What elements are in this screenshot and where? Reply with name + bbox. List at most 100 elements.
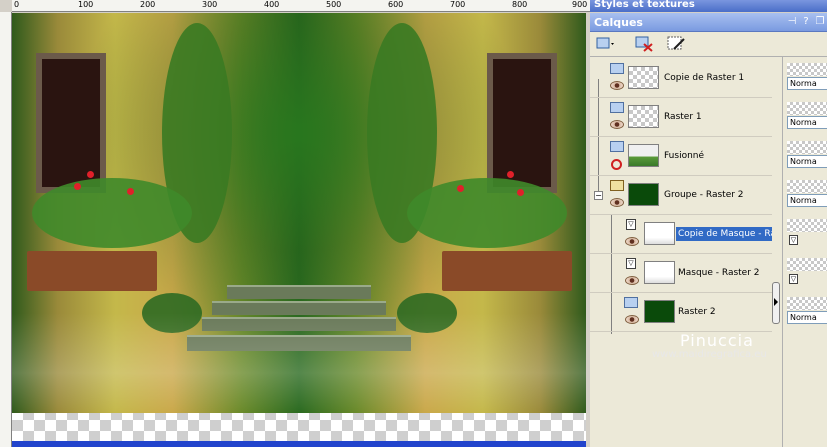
eye-icon[interactable]: [625, 237, 639, 246]
layer-row[interactable]: Raster 2: [590, 293, 772, 332]
opacity-swatch[interactable]: [787, 258, 827, 271]
image-canvas[interactable]: [12, 13, 586, 443]
hidden-icon[interactable]: [611, 159, 622, 170]
layer-thumbnail: [628, 66, 659, 89]
mask-icon: ▽: [789, 235, 798, 245]
layer-prop-cell: ▽: [785, 215, 827, 249]
flower: [507, 171, 514, 178]
new-layer-icon: [596, 37, 614, 49]
layer-properties-column: Norma Norma Norma Norma ▽ ▽ Norma: [782, 57, 827, 447]
opacity-swatch[interactable]: [787, 297, 827, 310]
raster-layer-icon: [610, 102, 624, 113]
layer-prop-cell: Norma: [785, 137, 827, 171]
raster-layer-icon: [610, 141, 624, 152]
flower: [457, 185, 464, 192]
delete-layer-icon: [635, 36, 653, 52]
vertical-ruler: [0, 12, 12, 447]
ruler-label: 100: [78, 0, 94, 9]
delete-layer-button[interactable]: [634, 35, 656, 53]
raster-layer-icon: [610, 63, 624, 74]
layer-properties-button[interactable]: [666, 35, 688, 53]
layer-prop-cell: Norma: [785, 176, 827, 210]
mask-layer-icon: ▽: [626, 219, 636, 230]
opacity-swatch[interactable]: [787, 180, 827, 193]
layer-row[interactable]: ▽ Masque - Raster 2: [590, 254, 772, 293]
layer-name: Copie de Masque - Ra: [676, 227, 772, 241]
layer-row-group[interactable]: − Groupe - Raster 2: [590, 176, 772, 215]
layer-prop-cell: Norma: [785, 59, 827, 93]
blend-mode-select[interactable]: Norma: [787, 155, 827, 168]
new-layer-button[interactable]: [594, 35, 616, 53]
eye-icon[interactable]: [610, 81, 624, 90]
flower: [127, 188, 134, 195]
mask-icon: ▽: [789, 274, 798, 284]
ruler-label: 800: [512, 0, 528, 9]
layers-list: Copie de Raster 1 Raster 1 Fusionné − Gr…: [590, 57, 782, 447]
blend-mode-select[interactable]: Norma: [787, 311, 827, 324]
collapse-group-toggle[interactable]: −: [594, 191, 603, 200]
opacity-swatch[interactable]: [787, 141, 827, 154]
layer-prop-cell: Norma: [785, 293, 827, 327]
ruler-label: 600: [388, 0, 404, 9]
styles-panel-title[interactable]: Styles et textures: [590, 0, 827, 12]
layer-name: Fusionné: [664, 151, 705, 161]
planter-right: [442, 251, 572, 291]
canvas-area: 0 100 200 300 400 500 600 700 800 900: [0, 0, 590, 447]
eye-icon[interactable]: [610, 198, 624, 207]
layer-name: Groupe - Raster 2: [664, 190, 744, 200]
flowers-right: [407, 178, 567, 248]
layer-prop-cell: ▽: [785, 254, 827, 288]
layer-thumbnail: [644, 222, 675, 245]
blend-mode-select[interactable]: Norma: [787, 116, 827, 129]
layer-thumbnail: [644, 300, 675, 323]
window-left: [36, 53, 106, 193]
layer-row-selected[interactable]: ▽ Copie de Masque - Ra: [590, 215, 772, 254]
ruler-label: 700: [450, 0, 466, 9]
pin-icon[interactable]: ⊣: [786, 16, 798, 28]
flower: [87, 171, 94, 178]
group-layer-icon: [610, 180, 624, 191]
layer-prop-cell: Norma: [785, 98, 827, 132]
opacity-swatch[interactable]: [787, 102, 827, 115]
stair-step: [227, 285, 371, 299]
blend-mode-select[interactable]: Norma: [787, 77, 827, 90]
blend-mode-select[interactable]: Norma: [787, 194, 827, 207]
layer-thumbnail: [644, 261, 675, 284]
watermark-name: Pinuccia: [680, 331, 754, 350]
raster-layer-icon: [624, 297, 638, 308]
ruler-label: 900: [572, 0, 588, 9]
layer-row[interactable]: Raster 1: [590, 98, 772, 137]
ruler-label: 400: [264, 0, 280, 9]
opacity-swatch[interactable]: [787, 219, 827, 232]
layers-toolbar: [590, 32, 827, 57]
layers-panel-title: Calques: [594, 16, 643, 29]
flower: [517, 189, 524, 196]
horizontal-ruler: 0 100 200 300 400 500 600 700 800 900: [12, 0, 590, 12]
layer-row[interactable]: Fusionné: [590, 137, 772, 176]
ruler-label: 200: [140, 0, 156, 9]
mask-layer-icon: ▽: [626, 258, 636, 269]
restore-icon[interactable]: ❐: [814, 16, 826, 28]
layer-name: Raster 2: [678, 307, 716, 317]
opacity-swatch[interactable]: [787, 63, 827, 76]
eye-icon[interactable]: [625, 315, 639, 324]
layer-thumbnail: [628, 144, 659, 167]
layer-name: Copie de Raster 1: [664, 73, 745, 83]
planter-left: [27, 251, 157, 291]
window-right: [487, 53, 557, 193]
ruler-label: 500: [326, 0, 342, 9]
layer-properties-icon: [667, 36, 685, 50]
flower: [74, 183, 81, 190]
eye-icon[interactable]: [625, 276, 639, 285]
layer-name: Raster 1: [664, 112, 702, 122]
layer-name: Masque - Raster 2: [678, 268, 760, 278]
eye-icon[interactable]: [610, 120, 624, 129]
layers-panel-titlebar[interactable]: Calques ⊣ ? ❐: [590, 13, 827, 32]
help-icon[interactable]: ?: [800, 16, 812, 28]
expand-arrow-icon[interactable]: [774, 298, 778, 306]
canvas-bottom-bar: [12, 441, 586, 447]
reflection-fade: [12, 313, 586, 413]
ruler-label: 0: [14, 0, 20, 9]
layer-row[interactable]: Copie de Raster 1: [590, 59, 772, 98]
ruler-label: 300: [202, 0, 218, 9]
